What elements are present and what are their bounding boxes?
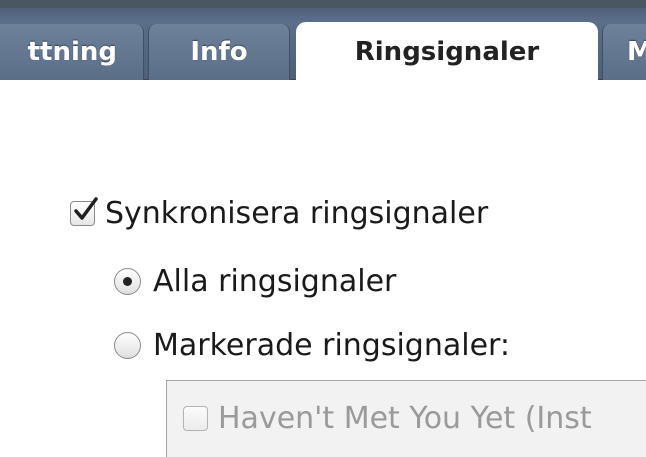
tab-installning[interactable]: ttning [0, 24, 144, 80]
selected-ringtones-option[interactable]: Markerade ringsignaler: [114, 328, 510, 363]
selected-ringtones-radio[interactable] [114, 332, 141, 359]
tab-bar: ttning Info Ringsignaler M [0, 0, 646, 82]
all-ringtones-label: Alla ringsignaler [153, 264, 397, 299]
tab-next[interactable]: M [602, 24, 646, 80]
ringtones-panel: Synkronisera ringsignaler Alla ringsigna… [0, 80, 646, 457]
itunes-device-window: ttning Info Ringsignaler M Synkronisera … [0, 0, 646, 457]
tab-ringsignaler[interactable]: Ringsignaler [296, 22, 598, 82]
sync-ringtones-label: Synkronisera ringsignaler [105, 196, 489, 231]
ringtone-checkbox [183, 406, 208, 431]
sync-ringtones-option[interactable]: Synkronisera ringsignaler [70, 196, 488, 231]
list-item: Haven't Met You Yet (Inst [183, 401, 592, 436]
tab-label: M [627, 37, 646, 67]
tab-label: ttning [27, 37, 117, 67]
ringtone-label: Haven't Met You Yet (Inst [218, 401, 592, 436]
checkmark-icon [74, 197, 98, 220]
radio-selected-dot [123, 277, 132, 286]
selected-ringtones-label: Markerade ringsignaler: [153, 328, 510, 363]
all-ringtones-option[interactable]: Alla ringsignaler [114, 264, 396, 299]
all-ringtones-radio[interactable] [114, 268, 141, 295]
ringtones-list: Haven't Met You Yet (Inst [166, 380, 646, 457]
sync-ringtones-checkbox[interactable] [70, 197, 98, 226]
tab-info[interactable]: Info [148, 24, 290, 80]
tab-label: Info [190, 37, 248, 67]
tab-label: Ringsignaler [354, 37, 540, 67]
